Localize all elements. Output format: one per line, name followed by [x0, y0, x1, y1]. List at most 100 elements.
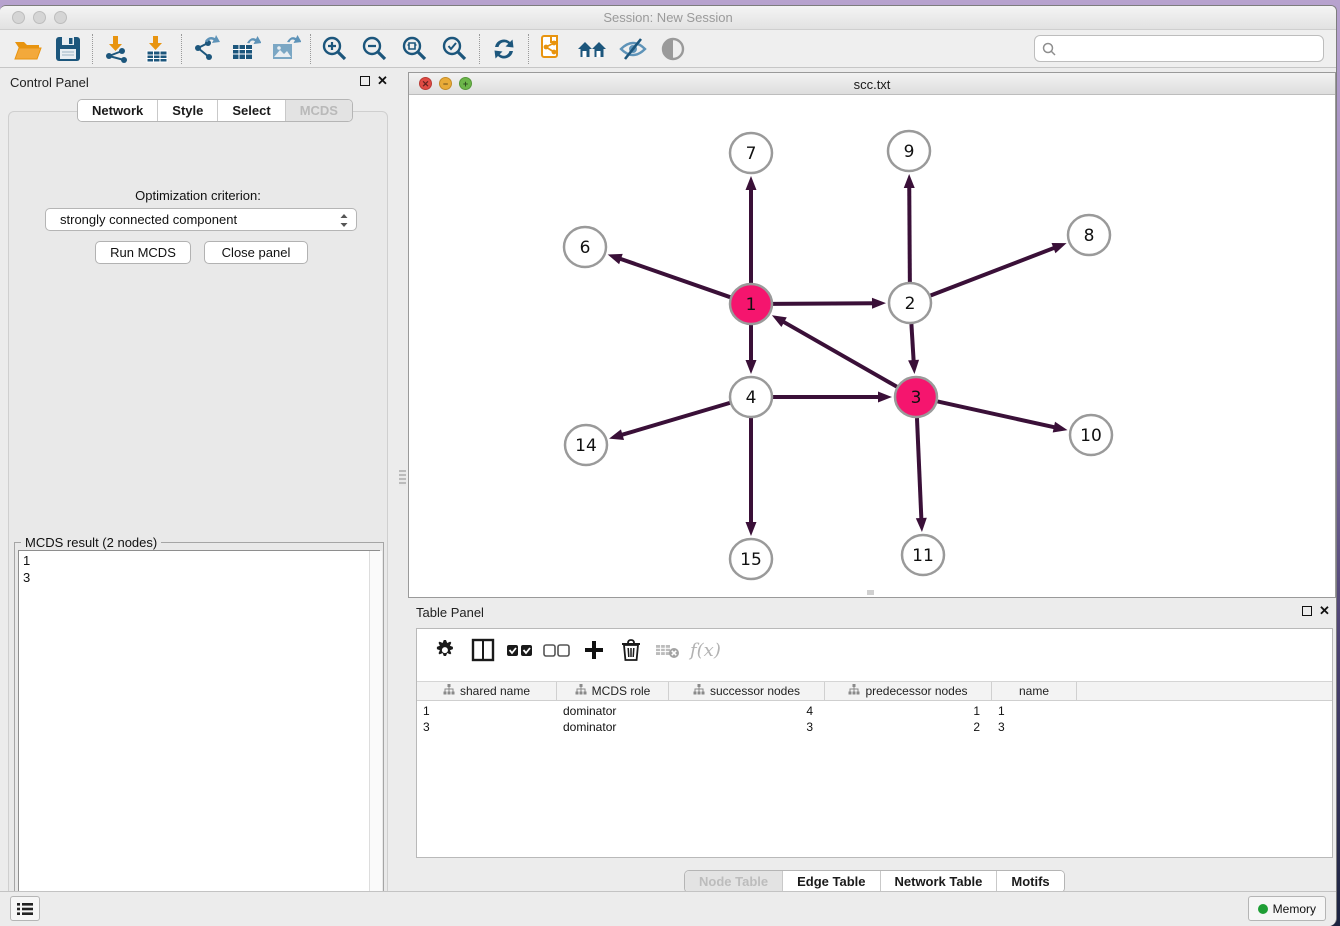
- network-window-titlebar[interactable]: ✕ − + scc.txt: [409, 73, 1335, 95]
- table-row[interactable]: 3dominator323: [417, 719, 1332, 735]
- float-table-panel-icon[interactable]: [1302, 606, 1312, 616]
- edge-3-11[interactable]: [917, 418, 921, 520]
- criterion-dropdown[interactable]: strongly connected component: [45, 208, 357, 231]
- edge-3-10[interactable]: [937, 401, 1055, 427]
- home-network-icon[interactable]: [573, 33, 613, 65]
- node-table: f(x) shared name MCDS role successor nodes…: [416, 628, 1333, 858]
- memory-button[interactable]: Memory: [1248, 896, 1326, 921]
- memory-label: Memory: [1273, 902, 1316, 916]
- edge-arrowhead: [772, 315, 787, 327]
- tree-column-icon: [848, 684, 860, 698]
- task-history-button[interactable]: [10, 896, 40, 921]
- edge-1-2[interactable]: [773, 303, 874, 304]
- toolbar-separator: [310, 34, 311, 64]
- search-box[interactable]: [1034, 35, 1324, 62]
- criterion-dropdown-value: strongly connected component: [60, 212, 237, 227]
- zoom-fit-icon[interactable]: [395, 33, 435, 65]
- table-cell[interactable]: dominator: [557, 703, 669, 719]
- delete-column-icon[interactable]: [612, 634, 649, 666]
- refresh-icon[interactable]: [484, 33, 524, 65]
- zoom-selected-icon[interactable]: [435, 33, 475, 65]
- panel-splitter[interactable]: [399, 470, 406, 486]
- table-cell[interactable]: 4: [669, 703, 825, 719]
- run-mcds-button[interactable]: Run MCDS: [95, 241, 191, 264]
- table-cell[interactable]: dominator: [557, 719, 669, 735]
- edge-1-6[interactable]: [619, 258, 730, 297]
- column-header-label: shared name: [460, 684, 530, 698]
- table-cell[interactable]: 1: [417, 703, 557, 719]
- column-header-label: MCDS role: [592, 684, 651, 698]
- node-label-11: 11: [912, 546, 934, 566]
- table-panel-title: Table Panel: [416, 605, 484, 620]
- mcds-result-title: MCDS result (2 nodes): [21, 535, 161, 550]
- table-toolbar: f(x): [417, 629, 1332, 671]
- table-header-row: shared name MCDS role successor nodesprede…: [417, 681, 1332, 701]
- edge-arrowhead: [746, 522, 757, 536]
- app-window: Session: New Session Control Panel ✕ Net…: [0, 5, 1337, 926]
- node-label-8: 8: [1084, 226, 1095, 246]
- tab-network[interactable]: Network: [78, 100, 158, 121]
- float-panel-icon[interactable]: [360, 76, 370, 86]
- table-tabs: Node TableEdge TableNetwork TableMotifs: [684, 870, 1065, 893]
- tab-style[interactable]: Style: [158, 100, 218, 121]
- result-scrollbar[interactable]: [369, 551, 382, 914]
- tab-select[interactable]: Select: [218, 100, 285, 121]
- edge-2-9[interactable]: [909, 186, 910, 282]
- node-label-3: 3: [911, 388, 922, 408]
- hide-selected-icon[interactable]: [613, 33, 653, 65]
- tab-edge-table[interactable]: Edge Table: [783, 871, 880, 892]
- edge-arrowhead: [746, 176, 757, 190]
- table-row[interactable]: 1dominator411: [417, 703, 1332, 719]
- search-input[interactable]: [1057, 41, 1323, 56]
- network-resize-grip[interactable]: [867, 590, 874, 595]
- tree-column-icon: [443, 684, 455, 698]
- save-session-icon[interactable]: [48, 33, 88, 65]
- import-table-icon[interactable]: [137, 33, 177, 65]
- close-table-panel-icon[interactable]: ✕: [1319, 603, 1330, 619]
- mcds-result-text[interactable]: 1 3: [18, 550, 380, 915]
- tab-motifs[interactable]: Motifs: [997, 871, 1063, 892]
- column-header-name[interactable]: name: [992, 682, 1077, 700]
- close-panel-icon[interactable]: ✕: [377, 73, 388, 89]
- export-network-icon[interactable]: [186, 33, 226, 65]
- tab-network-table[interactable]: Network Table: [881, 871, 998, 892]
- column-header-predecessor-nodes[interactable]: predecessor nodes: [825, 682, 992, 700]
- table-cell[interactable]: 3: [669, 719, 825, 735]
- import-network-icon[interactable]: [97, 33, 137, 65]
- edge-2-3[interactable]: [911, 324, 913, 362]
- close-panel-button[interactable]: Close panel: [204, 241, 308, 264]
- zoom-in-icon[interactable]: [315, 33, 355, 65]
- mcds-result-group: MCDS result (2 nodes) 1 3: [14, 542, 384, 919]
- table-settings-icon[interactable]: [427, 634, 464, 666]
- add-column-icon[interactable]: [575, 634, 612, 666]
- table-cell[interactable]: 2: [825, 719, 992, 735]
- tab-node-table[interactable]: Node Table: [685, 871, 783, 892]
- table-cell[interactable]: 1: [825, 703, 992, 719]
- export-image-icon[interactable]: [266, 33, 306, 65]
- first-neighbors-icon[interactable]: [533, 33, 573, 65]
- column-selector-icon[interactable]: [464, 634, 501, 666]
- deselect-all-rows-icon[interactable]: [538, 634, 575, 666]
- export-table-icon[interactable]: [226, 33, 266, 65]
- column-header-successor-nodes[interactable]: successor nodes: [669, 682, 825, 700]
- toolbar-separator: [528, 34, 529, 64]
- show-all-icon[interactable]: [653, 33, 693, 65]
- tab-mcds[interactable]: MCDS: [286, 100, 352, 121]
- table-cell[interactable]: 1: [992, 703, 1077, 719]
- network-window-title: scc.txt: [409, 77, 1335, 92]
- open-file-icon[interactable]: [8, 33, 48, 65]
- column-header-shared-name[interactable]: shared name: [417, 682, 557, 700]
- network-graph[interactable]: 1234678910111415: [409, 95, 1335, 597]
- tree-column-icon: [575, 684, 587, 698]
- select-all-rows-icon[interactable]: [501, 634, 538, 666]
- column-header-MCDS-role[interactable]: MCDS role: [557, 682, 669, 700]
- edge-3-1[interactable]: [782, 321, 896, 387]
- table-cell[interactable]: 3: [417, 719, 557, 735]
- zoom-out-icon[interactable]: [355, 33, 395, 65]
- window-title: Session: New Session: [0, 10, 1336, 25]
- edge-4-14[interactable]: [621, 403, 730, 435]
- edge-2-8[interactable]: [931, 247, 1056, 295]
- title-bar[interactable]: Session: New Session: [0, 6, 1336, 30]
- table-cell[interactable]: 3: [992, 719, 1077, 735]
- edge-arrowhead: [608, 254, 623, 264]
